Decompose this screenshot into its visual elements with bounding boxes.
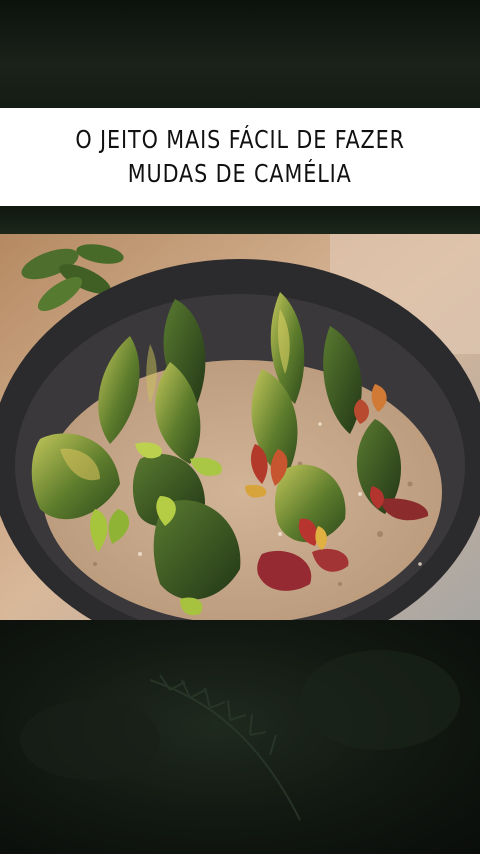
title-line-2: MUDAS DE CAMÉLIA (127, 159, 352, 188)
dark-fern-background (0, 620, 480, 854)
fern-illustration (20, 650, 460, 821)
camellia-cuttings-photo (0, 234, 480, 620)
top-background (0, 0, 480, 108)
title-line-1: O JEITO MAIS FÁCIL DE FAZER (75, 125, 405, 154)
title-banner: O JEITO MAIS FÁCIL DE FAZER MUDAS DE CAM… (0, 108, 480, 206)
dark-divider-strip (0, 206, 480, 234)
pot-illustration (0, 234, 480, 620)
